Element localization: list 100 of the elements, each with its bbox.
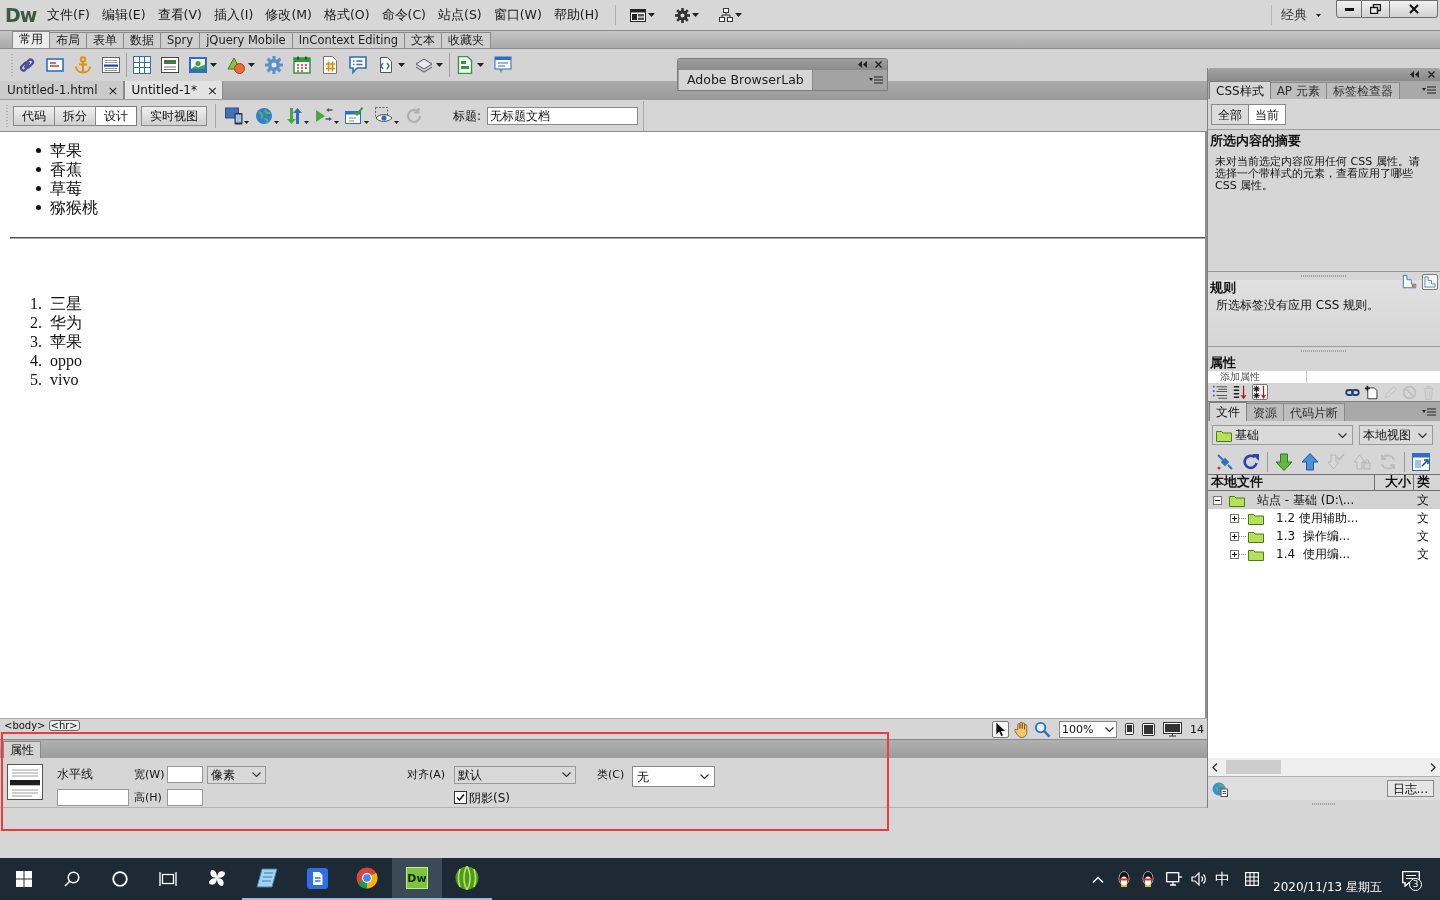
document-tab[interactable]: Untitled-1.html ×	[0, 81, 124, 99]
up-arrow-icon[interactable]	[1301, 452, 1319, 471]
height-input[interactable]	[167, 789, 203, 806]
picture-icon[interactable]	[189, 56, 207, 74]
panel-tab[interactable]: CSS样式	[1209, 81, 1271, 99]
panel-tab[interactable]: 代码片断	[1284, 403, 1345, 421]
caret-icon[interactable]	[398, 63, 405, 67]
template-document-icon[interactable]	[456, 56, 474, 74]
caret-icon[interactable]	[735, 13, 742, 17]
plus-box-icon[interactable]	[1230, 513, 1247, 523]
phone-size-icon[interactable]	[1125, 723, 1134, 735]
ime-grid-icon[interactable]	[1245, 872, 1259, 886]
collapse-arrows-icon[interactable]	[1410, 71, 1419, 78]
caret-icon[interactable]	[334, 120, 339, 124]
desktop-size-icon[interactable]	[1163, 721, 1182, 737]
plus-box-icon[interactable]	[1230, 531, 1247, 541]
panel-tab[interactable]: AP 元素	[1270, 82, 1327, 99]
class-select[interactable]: 无	[632, 766, 715, 787]
tricolor-circle-icon[interactable]	[356, 867, 378, 889]
settings-icon[interactable]	[675, 7, 690, 23]
insert-tab[interactable]: 布局	[50, 32, 87, 48]
menu-item[interactable]: 帮助(H)	[547, 4, 605, 26]
caret-icon[interactable]	[394, 120, 399, 124]
screens-icon[interactable]	[225, 106, 243, 125]
caret-icon[interactable]	[562, 772, 571, 777]
document-tile-icon[interactable]	[306, 867, 328, 889]
caret-icon[interactable]	[1418, 432, 1427, 438]
collapse-arrows-icon[interactable]	[858, 61, 867, 68]
taskbar-app[interactable]: Dw	[392, 858, 442, 900]
refresh-icon[interactable]	[1242, 452, 1260, 471]
notification-icon[interactable]	[1402, 871, 1420, 887]
tag-selector[interactable]: <body>	[2, 720, 48, 731]
network-icon[interactable]	[1166, 872, 1182, 886]
caret-icon[interactable]	[648, 13, 655, 17]
close-icon[interactable]	[875, 61, 882, 68]
sort-icon[interactable]	[1232, 384, 1248, 400]
menu-item[interactable]: 格式(O)	[317, 4, 376, 26]
unit-select[interactable]: 像素	[207, 765, 266, 784]
column-header[interactable]: 本地文件	[1208, 475, 1375, 490]
layout-icon[interactable]	[630, 8, 646, 22]
tablet-size-icon[interactable]	[1142, 722, 1155, 736]
menu-item[interactable]: 窗口(W)	[487, 4, 548, 26]
menu-item[interactable]: 查看(V)	[151, 4, 208, 26]
insert-tab[interactable]: jQuery Mobile	[200, 32, 293, 48]
caret-icon[interactable]	[304, 120, 309, 124]
close-icon[interactable]	[1428, 71, 1435, 78]
close-button[interactable]	[1390, 0, 1438, 18]
restore-button[interactable]	[1362, 0, 1390, 18]
plus-box-icon[interactable]	[1230, 549, 1247, 559]
checkbox[interactable]	[454, 791, 467, 804]
chain-link-icon[interactable]	[18, 56, 36, 74]
hand-icon[interactable]	[1013, 720, 1030, 738]
caret-icon[interactable]	[477, 63, 484, 67]
column-header[interactable]: 大小	[1375, 475, 1414, 490]
insert-tab[interactable]: Spry	[161, 32, 201, 48]
caret-icon[interactable]	[436, 63, 443, 67]
view-button[interactable]: 拆分	[55, 105, 96, 126]
close-tab-button[interactable]: ×	[206, 83, 218, 97]
volume-icon[interactable]	[1191, 872, 1207, 886]
view-button[interactable]: 设计	[96, 105, 137, 126]
penguin-icon[interactable]	[1117, 871, 1131, 887]
panel-menu-icon[interactable]	[1422, 86, 1436, 94]
title-input[interactable]: 无标题文档	[487, 106, 639, 125]
view-button[interactable]: 实时视图	[141, 105, 207, 126]
down-arrow-icon[interactable]	[1275, 452, 1293, 471]
caret-icon[interactable]	[364, 120, 369, 124]
add-property-link[interactable]: 添加属性	[1220, 372, 1260, 382]
zoom-icon[interactable]	[1034, 720, 1051, 738]
caret-icon[interactable]	[692, 13, 699, 17]
calendar-icon[interactable]	[293, 56, 311, 74]
caret-icon[interactable]	[274, 120, 279, 124]
ime-button[interactable]: 中	[1215, 871, 1230, 887]
mode-button[interactable]: 当前	[1248, 104, 1286, 125]
clock-date[interactable]: 2020/11/13 星期五	[1273, 881, 1382, 893]
workspace-switcher[interactable]: 经典	[1281, 8, 1321, 22]
striped-ball-icon[interactable]	[455, 866, 479, 890]
speech-bubble-icon[interactable]	[349, 56, 367, 74]
column-header[interactable]: 类	[1414, 475, 1430, 490]
tag-window-icon[interactable]	[494, 56, 512, 74]
caret-icon[interactable]	[1338, 432, 1347, 438]
caret-icon[interactable]	[210, 63, 217, 67]
caret-icon[interactable]	[700, 774, 709, 779]
stair-steps-icon[interactable]	[1422, 274, 1438, 290]
caret-icon[interactable]	[244, 120, 249, 124]
menu-item[interactable]: 命令(C)	[375, 4, 432, 26]
gear-icon[interactable]	[265, 56, 283, 74]
close-tab-button[interactable]: ×	[107, 83, 119, 97]
minimize-button[interactable]	[1336, 0, 1362, 18]
stacked-sheets-icon[interactable]	[415, 56, 433, 74]
task-view-icon[interactable]	[159, 871, 177, 887]
penguin-icon[interactable]	[1141, 871, 1155, 887]
stair-steps-icon[interactable]	[1402, 274, 1418, 290]
search-icon[interactable]	[64, 871, 80, 887]
menu-item[interactable]: 修改(M)	[259, 4, 318, 26]
list-view-icon[interactable]	[1212, 384, 1228, 400]
scroll-left-icon[interactable]	[1212, 762, 1218, 772]
checked-window-icon[interactable]	[345, 106, 363, 125]
eye-icon[interactable]	[375, 106, 393, 125]
shapes-icon[interactable]	[227, 56, 245, 74]
caret-icon[interactable]	[252, 772, 261, 777]
